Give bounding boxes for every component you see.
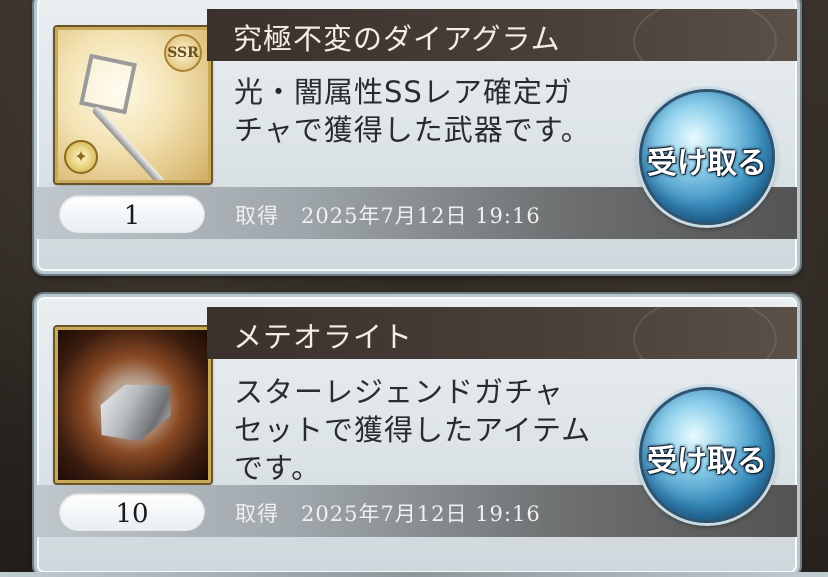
element-light-icon: ✦ — [64, 140, 98, 174]
receive-button[interactable]: 受け取る — [639, 387, 775, 523]
ssr-rarity-badge: SSR — [164, 34, 202, 72]
receive-button-label: 受け取る — [647, 146, 767, 181]
reward-card: SSR ✦ 究極不変のダイアグラム 光・闇属性SSレア確定ガ チャで獲得した武器… — [34, 0, 800, 274]
item-thumbnail: SSR ✦ — [55, 27, 211, 183]
reward-card: メテオライト スターレジェンドガチャ セットで獲得したアイテム です。 10 取… — [34, 294, 800, 576]
quantity-badge: 10 — [59, 493, 205, 531]
item-title: 究極不変のダイアグラム — [233, 22, 561, 56]
staff-shaft — [91, 105, 178, 180]
receive-button-label: 受け取る — [647, 444, 767, 479]
staff-weapon-icon — [79, 53, 137, 115]
acquired-date: 取得 2025年7月12日 19:16 — [235, 204, 541, 228]
receive-button[interactable]: 受け取る — [639, 89, 775, 225]
quantity-badge: 1 — [59, 195, 205, 233]
acquired-date: 取得 2025年7月12日 19:16 — [235, 502, 541, 526]
item-description: 光・闇属性SSレア確定ガ チャで獲得した武器です。 — [234, 75, 591, 147]
item-title: メテオライト — [233, 320, 414, 354]
item-thumbnail — [55, 327, 211, 483]
meteorite-icon — [89, 370, 187, 451]
title-band: 究極不変のダイアグラム — [207, 9, 797, 61]
bottom-frame-strip — [0, 572, 828, 577]
item-description: スターレジェンドガチャ セットで獲得したアイテム です。 — [234, 375, 592, 485]
title-band: メテオライト — [207, 307, 797, 359]
